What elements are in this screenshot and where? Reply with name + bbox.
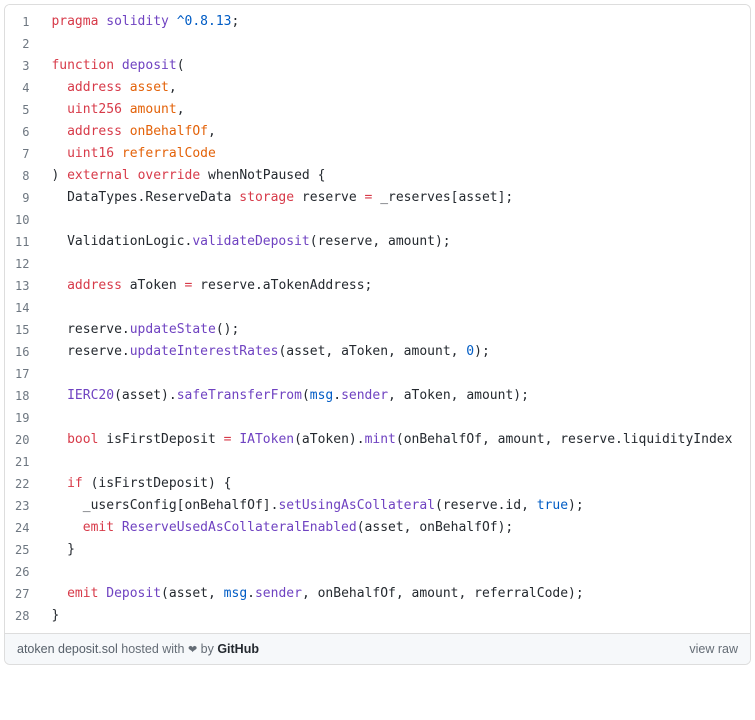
line-number: 7 — [5, 143, 43, 165]
github-link[interactable]: GitHub — [217, 642, 259, 656]
line-number: 4 — [5, 77, 43, 99]
code-line: _usersConfig[onBehalfOf].setUsingAsColla… — [51, 495, 742, 517]
code-line: ValidationLogic.validateDeposit(reserve,… — [51, 231, 742, 253]
code-line: uint256 amount, — [51, 99, 742, 121]
line-number: 14 — [5, 297, 43, 319]
heart-icon: ❤ — [188, 644, 197, 656]
code-line: bool isFirstDeposit = IAToken(aToken).mi… — [51, 429, 742, 451]
line-number: 23 — [5, 495, 43, 517]
by-text: by — [197, 642, 217, 656]
line-number: 2 — [5, 33, 43, 55]
code-line — [51, 209, 742, 231]
line-number: 13 — [5, 275, 43, 297]
code-line — [51, 451, 742, 473]
line-number: 18 — [5, 385, 43, 407]
code-line: IERC20(asset).safeTransferFrom(msg.sende… — [51, 385, 742, 407]
code-line: } — [51, 539, 742, 561]
line-number: 1 — [5, 11, 43, 33]
code-line — [51, 297, 742, 319]
line-number: 20 — [5, 429, 43, 451]
code-line — [51, 407, 742, 429]
code-line: emit ReserveUsedAsCollateralEnabled(asse… — [51, 517, 742, 539]
meta-left: atoken deposit.sol hosted with ❤ by GitH… — [17, 642, 259, 656]
line-number: 19 — [5, 407, 43, 429]
line-number: 3 — [5, 55, 43, 77]
line-number: 16 — [5, 341, 43, 363]
hosted-text: hosted with — [118, 642, 188, 656]
line-number: 6 — [5, 121, 43, 143]
gist-container: 1234567891011121314151617181920212223242… — [4, 4, 751, 665]
view-raw-link[interactable]: view raw — [689, 642, 738, 656]
code-line: if (isFirstDeposit) { — [51, 473, 742, 495]
line-number: 9 — [5, 187, 43, 209]
code-area: 1234567891011121314151617181920212223242… — [5, 5, 750, 633]
line-number: 24 — [5, 517, 43, 539]
line-number: 25 — [5, 539, 43, 561]
line-number: 17 — [5, 363, 43, 385]
line-number: 22 — [5, 473, 43, 495]
filename-link[interactable]: atoken deposit.sol — [17, 642, 118, 656]
code-line: address onBehalfOf, — [51, 121, 742, 143]
code-line: pragma solidity ^0.8.13; — [51, 11, 742, 33]
line-number: 26 — [5, 561, 43, 583]
line-number: 21 — [5, 451, 43, 473]
line-number: 5 — [5, 99, 43, 121]
code-line: address aToken = reserve.aTokenAddress; — [51, 275, 742, 297]
line-number: 10 — [5, 209, 43, 231]
code-line: reserve.updateInterestRates(asset, aToke… — [51, 341, 742, 363]
line-number: 28 — [5, 605, 43, 627]
line-number-gutter: 1234567891011121314151617181920212223242… — [5, 5, 43, 633]
gist-meta-bar: atoken deposit.sol hosted with ❤ by GitH… — [5, 633, 750, 664]
code-line: ) external override whenNotPaused { — [51, 165, 742, 187]
code-line — [51, 363, 742, 385]
code-line: } — [51, 605, 742, 627]
line-number: 27 — [5, 583, 43, 605]
line-number: 15 — [5, 319, 43, 341]
code-line: function deposit( — [51, 55, 742, 77]
code-line — [51, 253, 742, 275]
code-line — [51, 33, 742, 55]
code-content: pragma solidity ^0.8.13; function deposi… — [43, 5, 750, 633]
line-number: 12 — [5, 253, 43, 275]
line-number: 11 — [5, 231, 43, 253]
code-line: uint16 referralCode — [51, 143, 742, 165]
code-line: emit Deposit(asset, msg.sender, onBehalf… — [51, 583, 742, 605]
code-line: address asset, — [51, 77, 742, 99]
code-line: reserve.updateState(); — [51, 319, 742, 341]
code-line — [51, 561, 742, 583]
code-line: DataTypes.ReserveData storage reserve = … — [51, 187, 742, 209]
line-number: 8 — [5, 165, 43, 187]
